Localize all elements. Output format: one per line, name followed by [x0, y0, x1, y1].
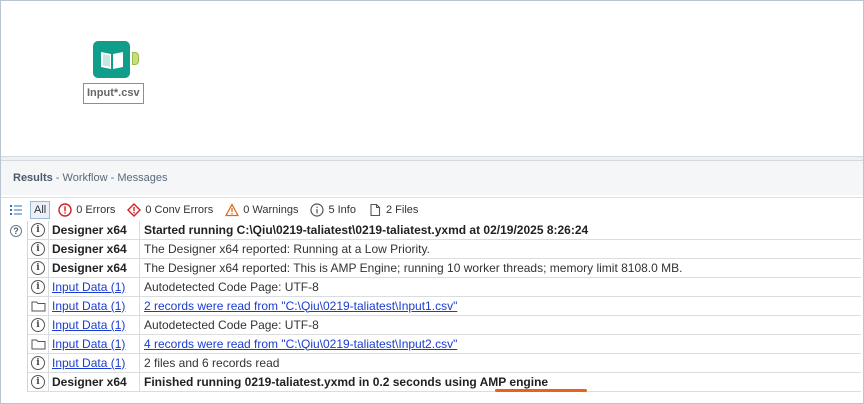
message-row[interactable]: i Designer x64 Finished running 0219-tal… [28, 372, 861, 392]
results-title: Results [13, 172, 53, 184]
file-icon [368, 203, 382, 217]
filter-all-button[interactable]: All [30, 201, 51, 219]
message-row[interactable]: Input Data (1) 4 records were read from … [28, 334, 861, 354]
message-row[interactable]: i Designer x64 The Designer x64 reported… [28, 239, 861, 259]
info-icon: i [31, 280, 45, 294]
message-tool-link[interactable]: Input Data (1) [49, 315, 140, 335]
help-icon[interactable]: ? [10, 225, 22, 237]
message-text: Started running C:\Qiu\0219-taliatest\02… [144, 222, 589, 237]
message-row[interactable]: Input Data (1) 2 records were read from … [28, 296, 861, 316]
message-text: The Designer x64 reported: This is AMP E… [144, 260, 683, 275]
folder-icon [31, 301, 45, 312]
filter-warnings-label: 0 Warnings [243, 204, 299, 216]
filter-info-button[interactable]: 5 Info [306, 201, 360, 219]
message-tool: Designer x64 [49, 372, 140, 392]
message-row[interactable]: i Designer x64 Started running C:\Qiu\02… [28, 220, 861, 240]
output-anchor[interactable] [132, 52, 139, 65]
filter-all-label: All [34, 204, 47, 216]
workflow-canvas[interactable]: Input*.csv [1, 1, 863, 156]
messages-table: i Designer x64 Started running C:\Qiu\02… [27, 220, 861, 392]
message-text-final: Finished running 0219-taliatest.yxmd in … [140, 373, 587, 392]
annotation-underline [495, 388, 587, 392]
book-icon [93, 41, 130, 78]
message-tool: Designer x64 [49, 239, 140, 259]
message-row[interactable]: i Designer x64 The Designer x64 reported… [28, 258, 861, 278]
warning-icon [225, 203, 240, 217]
filter-warnings-button[interactable]: 0 Warnings [221, 201, 302, 219]
input-data-tool[interactable] [93, 41, 139, 78]
message-tool-link[interactable]: Input Data (1) [49, 334, 140, 354]
message-tool: Designer x64 [49, 258, 140, 278]
tool-annotation-label[interactable]: Input*.csv [83, 83, 144, 104]
message-tool-link[interactable]: Input Data (1) [49, 296, 140, 316]
message-row[interactable]: i Input Data (1) Autodetected Code Page:… [28, 277, 861, 297]
filter-conv-errors-label: 0 Conv Errors [145, 204, 214, 216]
message-text: Finished running 0219-taliatest.yxmd in … [144, 374, 549, 389]
info-icon: i [31, 223, 45, 237]
info-icon: i [31, 318, 45, 332]
results-breadcrumb: - Workflow - Messages [52, 172, 168, 184]
info-icon: i [31, 356, 45, 370]
filter-info-label: 5 Info [328, 204, 356, 216]
filter-conv-errors-button[interactable]: 0 Conv Errors [123, 201, 217, 219]
message-file-link[interactable]: 4 records were read from "C:\Qiu\0219-ta… [140, 335, 457, 354]
results-filter-bar: All 0 Errors 0 Conv Errors 0 Warnings 5 … [1, 197, 863, 221]
filter-errors-button[interactable]: 0 Errors [54, 201, 119, 219]
folder-icon [31, 339, 45, 350]
message-row[interactable]: i Input Data (1) Autodetected Code Page:… [28, 315, 861, 335]
info-icon: i [31, 375, 45, 389]
message-tool-link[interactable]: Input Data (1) [49, 277, 140, 297]
filter-errors-label: 0 Errors [76, 204, 116, 216]
help-column: ? [1, 221, 27, 403]
filter-files-label: 2 Files [385, 204, 419, 216]
info-icon: i [31, 242, 45, 256]
info-icon: i [31, 261, 45, 275]
message-text: 2 files and 6 records read [144, 355, 280, 370]
filter-files-button[interactable]: 2 Files [364, 201, 422, 219]
message-file-link[interactable]: 2 records were read from "C:\Qiu\0219-ta… [140, 297, 457, 316]
info-icon [310, 203, 325, 217]
list-view-icon[interactable] [9, 203, 23, 217]
error-icon [58, 203, 72, 217]
message-text: The Designer x64 reported: Running at a … [144, 241, 430, 256]
message-tool: Designer x64 [49, 220, 140, 240]
message-text: Autodetected Code Page: UTF-8 [144, 279, 319, 294]
message-row[interactable]: i Input Data (1) 2 files and 6 records r… [28, 353, 861, 373]
message-text: Autodetected Code Page: UTF-8 [144, 317, 319, 332]
conversion-error-icon [127, 203, 142, 217]
message-tool-link[interactable]: Input Data (1) [49, 353, 140, 373]
results-header: Results - Workflow - Messages [1, 161, 863, 195]
